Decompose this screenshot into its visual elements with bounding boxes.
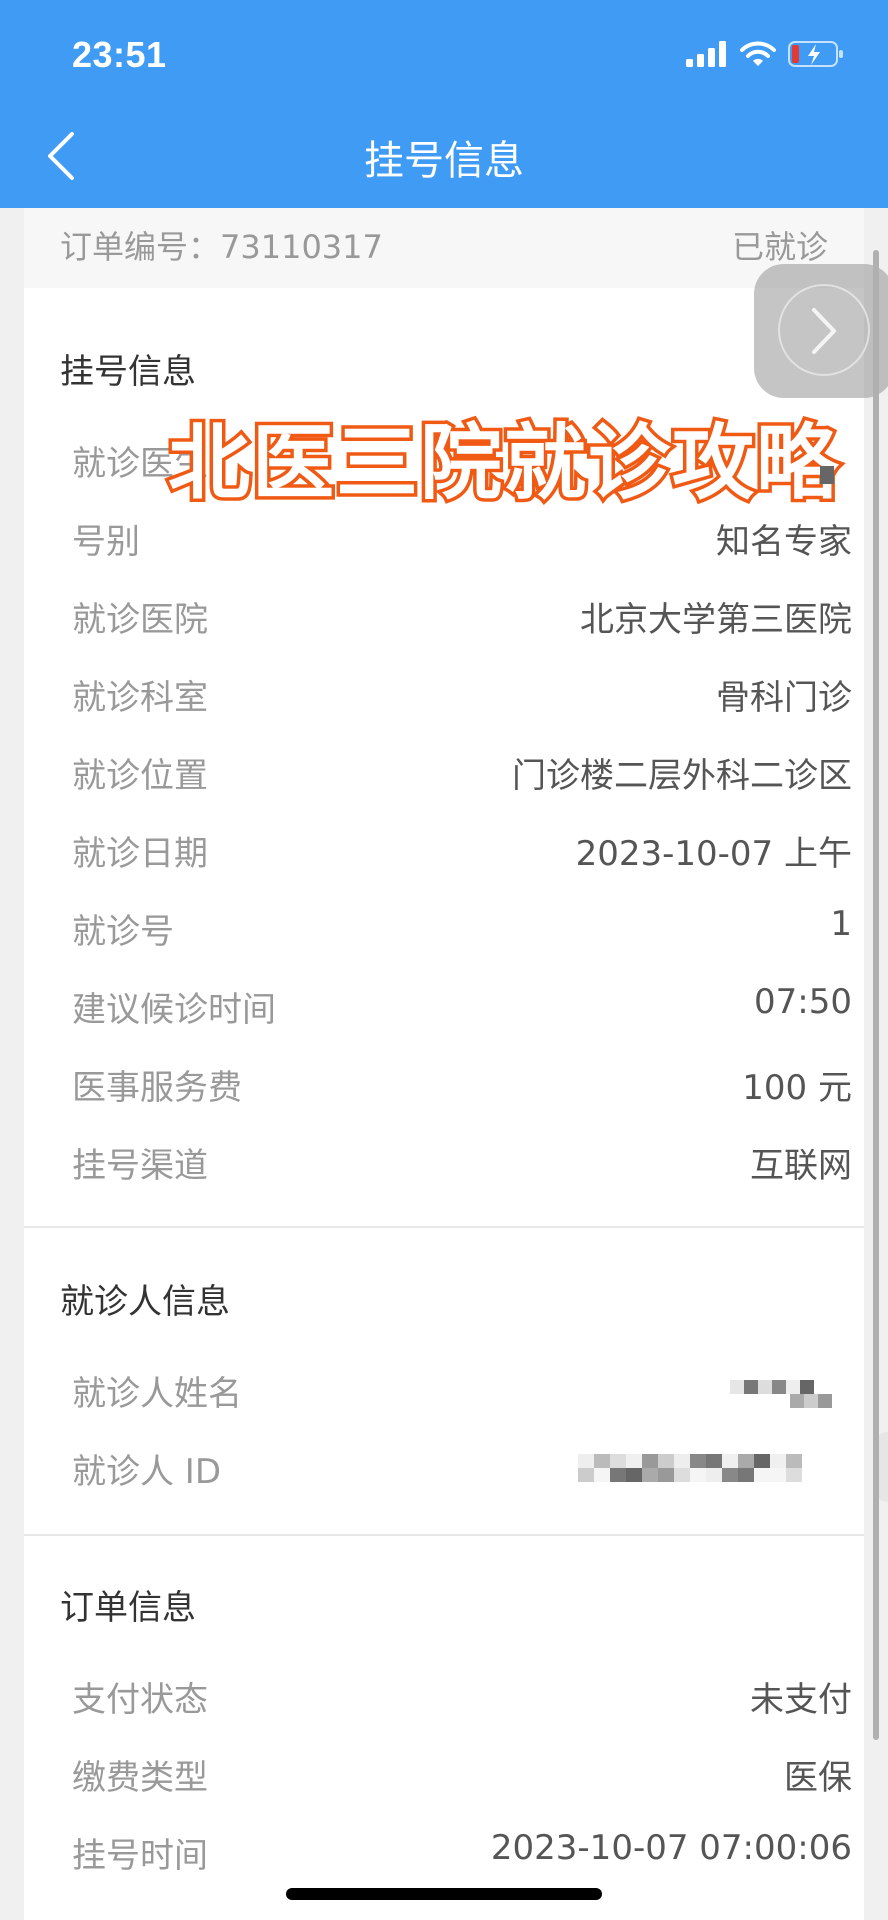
row-value: 门诊楼二层外科二诊区 [512, 756, 852, 796]
patient-section-title: 就诊人信息 [60, 1282, 230, 1322]
order-section-title: 订单信息 [60, 1588, 196, 1628]
row-value: 互联网 [750, 1146, 852, 1186]
detail-row: 号别 知名专家 [72, 514, 852, 574]
row-label: 就诊位置 [72, 756, 208, 796]
page-title: 挂号信息 [364, 138, 524, 184]
row-value: 2023-10-07 上午 [575, 834, 852, 874]
signal-icon [686, 41, 726, 67]
redacted-patient-name-2 [790, 1394, 832, 1408]
redacted-patient-name [730, 1380, 814, 1394]
order-number: 订单编号：73110317 [60, 228, 383, 266]
redacted-patient-id-2 [578, 1468, 802, 1482]
row-label: 就诊日期 [72, 834, 208, 874]
row-value: 07:50 [754, 982, 852, 1022]
row-label: 就诊人 ID [72, 1452, 222, 1492]
row-label: 建议候诊时间 [72, 990, 276, 1030]
detail-row: 挂号时间 2023-10-07 07:00:06 [72, 1828, 852, 1888]
row-value: 骨科门诊 [716, 678, 852, 718]
row-value: 北京大学第三医院 [580, 600, 852, 640]
row-label: 就诊医院 [72, 600, 208, 640]
overlay-fragment [820, 466, 834, 484]
detail-row: 建议候诊时间 07:50 [72, 982, 852, 1042]
row-label: 医事服务费 [72, 1068, 242, 1108]
row-value: 知名专家 [716, 522, 852, 562]
order-status: 已就诊 [731, 228, 828, 266]
row-value: 2023-10-07 07:00:06 [490, 1828, 852, 1868]
detail-row: 支付状态 未支付 [72, 1672, 852, 1732]
floating-next-button[interactable] [754, 264, 888, 398]
detail-row: 缴费类型 医保 [72, 1750, 852, 1810]
detail-row: 医事服务费 100 元 [72, 1060, 852, 1120]
row-value: 1 [830, 904, 852, 944]
detail-row: 就诊号 1 [72, 904, 852, 964]
overlay-banner-text: 北医三院就诊攻略 [164, 413, 841, 515]
home-indicator[interactable] [286, 1888, 602, 1900]
row-label: 就诊人姓名 [72, 1374, 242, 1414]
row-label: 就诊号 [72, 912, 174, 952]
detail-row: 就诊人姓名 [72, 1366, 852, 1426]
chevron-right-icon [812, 308, 836, 354]
redacted-patient-id [578, 1454, 802, 1468]
row-label: 挂号渠道 [72, 1146, 208, 1186]
row-label: 支付状态 [72, 1680, 208, 1720]
row-label: 号别 [72, 522, 140, 562]
status-icons [686, 40, 844, 68]
scrollbar[interactable] [873, 250, 879, 1740]
detail-row: 就诊位置 门诊楼二层外科二诊区 [72, 748, 852, 808]
top-app-bar: 23:51 挂号信息 [0, 0, 888, 208]
detail-row: 就诊日期 2023-10-07 上午 [72, 826, 852, 886]
detail-row: 就诊医院 北京大学第三医院 [72, 592, 852, 652]
row-label: 就诊科室 [72, 678, 208, 718]
battery-charging-icon [788, 41, 843, 67]
row-label: 挂号时间 [72, 1836, 208, 1876]
status-time: 23:51 [72, 34, 167, 75]
row-label: 缴费类型 [72, 1758, 208, 1798]
row-value: 医保 [784, 1758, 852, 1798]
registration-section-title: 挂号信息 [60, 352, 196, 392]
detail-row: 挂号渠道 互联网 [72, 1138, 852, 1198]
order-number-strip: 订单编号：73110317 已就诊 [24, 208, 864, 288]
row-value: 100 元 [742, 1068, 852, 1108]
wifi-icon [740, 41, 776, 66]
row-value: 未支付 [750, 1680, 852, 1720]
detail-row: 就诊科室 骨科门诊 [72, 670, 852, 730]
